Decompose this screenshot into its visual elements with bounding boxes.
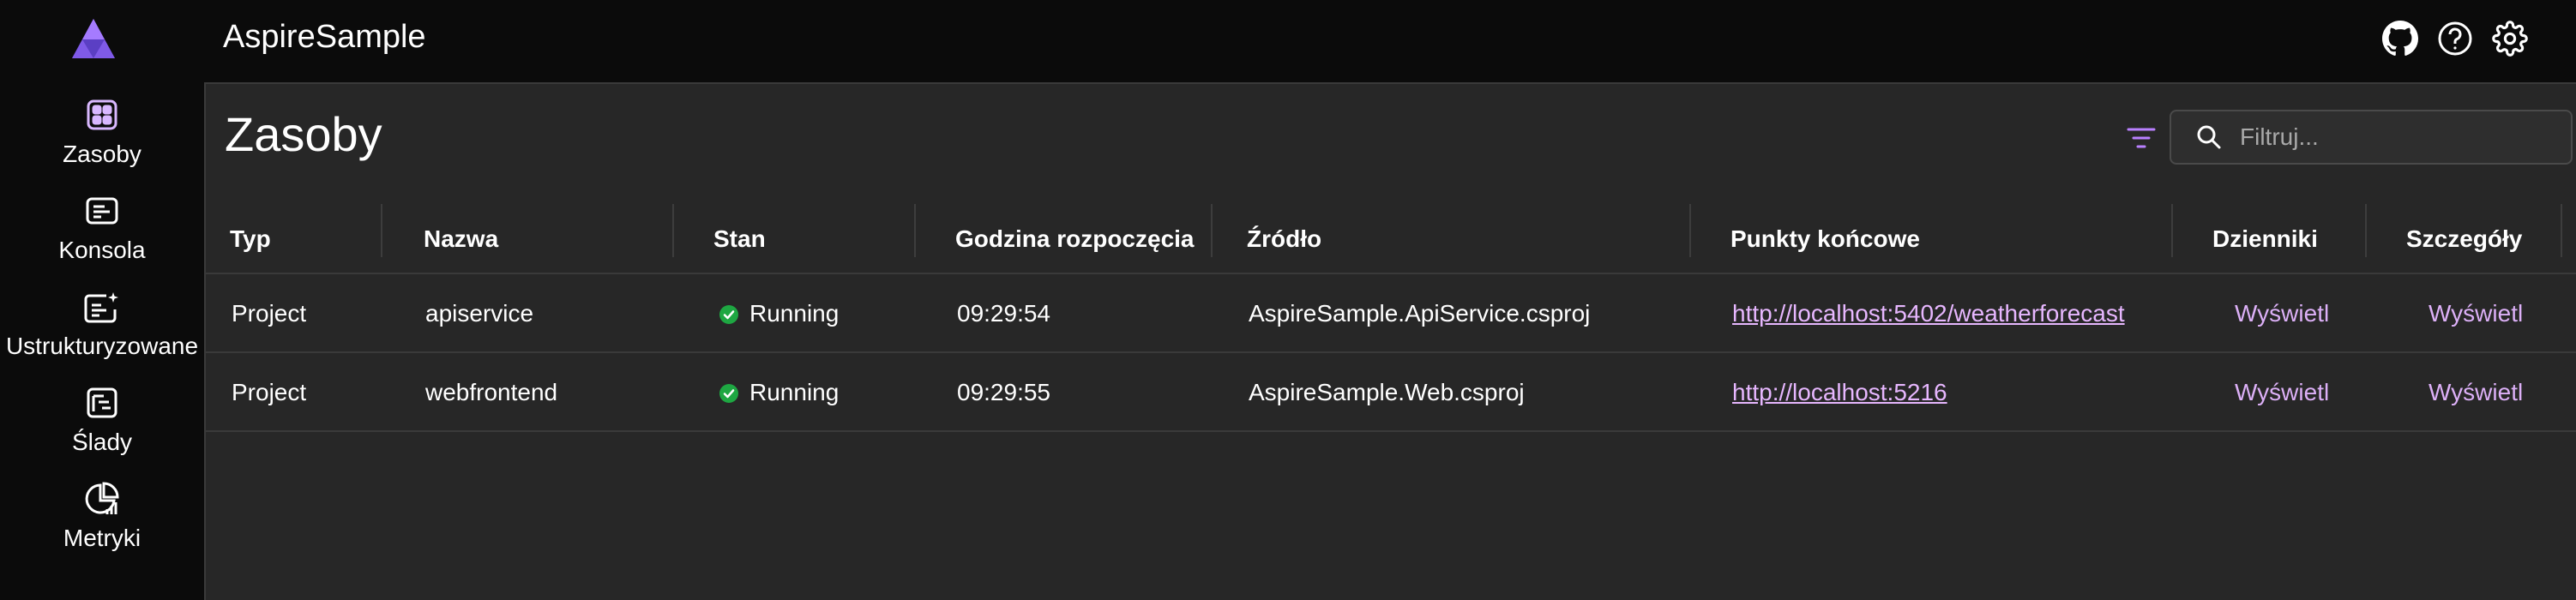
sidebar-item-console[interactable]: Konsola — [0, 192, 204, 278]
settings-button[interactable] — [2489, 19, 2531, 62]
sidebar-item-metrics[interactable]: Metryki — [0, 480, 204, 566]
table-header: Typ Nazwa Stan Godzina rozpoczęcia Źródł… — [206, 204, 2576, 274]
cell-start-time: 09:29:54 — [957, 300, 1050, 327]
page-title: Zasoby — [225, 107, 382, 161]
cell-details: Wyświetl — [2429, 353, 2523, 432]
column-header-state[interactable]: Stan — [713, 204, 766, 274]
view-logs-link[interactable]: Wyświetl — [2235, 379, 2329, 406]
column-resize-handle[interactable] — [1689, 204, 1691, 257]
search-box — [2170, 110, 2573, 165]
cell-endpoint: http://localhost:5216 — [1732, 353, 1947, 432]
sidebar-item-structured-logs[interactable]: Ustrukturyzowane — [0, 288, 204, 374]
status-text: Running — [749, 379, 840, 405]
column-resize-handle[interactable] — [672, 204, 674, 257]
cell-type: Project — [232, 300, 307, 327]
sidebar-item-label: Ślady — [71, 429, 133, 455]
column-resize-handle[interactable] — [1211, 204, 1213, 257]
table-row: Project apiservice Running 09:29:54 Aspi… — [206, 274, 2576, 353]
metrics-icon — [83, 480, 121, 518]
column-resize-handle[interactable] — [2171, 204, 2173, 257]
column-header-source[interactable]: Źródło — [1247, 204, 1321, 274]
running-status-icon — [719, 382, 739, 403]
column-header-start-time[interactable]: Godzina rozpoczęcia — [955, 204, 1195, 274]
column-resize-handle[interactable] — [381, 204, 382, 257]
sidebar-item-label: Metryki — [63, 525, 141, 551]
resources-icon — [83, 96, 121, 134]
cell-endpoint: http://localhost:5402/weatherforecast — [1732, 274, 2125, 353]
cell-logs: Wyświetl — [2235, 274, 2329, 353]
github-icon — [2382, 20, 2418, 61]
cell-state: Running — [719, 353, 839, 432]
search-icon — [2194, 122, 2224, 153]
status-text: Running — [749, 300, 840, 327]
column-header-name[interactable]: Nazwa — [424, 204, 498, 274]
side-navigation: Zasoby Konsola Ustrukturyzowane Ślady Me… — [0, 0, 204, 600]
cell-details: Wyświetl — [2429, 274, 2523, 353]
column-resize-handle[interactable] — [2561, 204, 2562, 257]
filter-icon — [2127, 127, 2156, 153]
cell-type: Project — [232, 379, 307, 405]
view-details-link[interactable]: Wyświetl — [2429, 379, 2523, 406]
running-status-icon — [719, 303, 739, 324]
view-details-link[interactable]: Wyświetl — [2429, 300, 2523, 327]
table-row: Project webfrontend Running 09:29:55 Asp… — [206, 353, 2576, 432]
console-icon — [83, 192, 121, 230]
cell-name: webfrontend — [425, 379, 558, 405]
cell-source: AspireSample.ApiService.csproj — [1249, 300, 1591, 327]
column-resize-handle[interactable] — [2365, 204, 2367, 257]
column-header-endpoints[interactable]: Punkty końcowe — [1730, 204, 1920, 274]
endpoint-link[interactable]: http://localhost:5216 — [1732, 379, 1947, 406]
view-logs-link[interactable]: Wyświetl — [2235, 300, 2329, 327]
help-button[interactable] — [2434, 19, 2477, 62]
endpoint-link[interactable]: http://localhost:5402/weatherforecast — [1732, 300, 2125, 327]
sidebar-item-traces[interactable]: Ślady — [0, 384, 204, 470]
sidebar-item-resources[interactable]: Zasoby — [0, 96, 204, 182]
traces-icon — [83, 384, 121, 422]
github-button[interactable] — [2379, 19, 2422, 62]
cell-state: Running — [719, 274, 839, 353]
column-resize-handle[interactable] — [914, 204, 916, 257]
resources-table: Typ Nazwa Stan Godzina rozpoczęcia Źródł… — [206, 204, 2576, 432]
structured-logs-icon — [83, 288, 121, 326]
app-title: AspireSample — [223, 19, 426, 55]
column-header-type[interactable]: Typ — [230, 204, 271, 274]
sidebar-item-label: Ustrukturyzowane — [5, 333, 199, 359]
cell-name: apiservice — [425, 300, 534, 327]
filter-button[interactable] — [2120, 118, 2163, 161]
sidebar-item-label: Konsola — [58, 237, 146, 263]
column-header-logs[interactable]: Dzienniki — [2212, 204, 2318, 274]
aspire-logo-icon[interactable] — [72, 19, 115, 58]
cell-start-time: 09:29:55 — [957, 379, 1050, 405]
settings-icon — [2492, 20, 2528, 61]
search-input[interactable] — [2240, 123, 2566, 151]
cell-source: AspireSample.Web.csproj — [1249, 379, 1525, 405]
column-header-details[interactable]: Szczegóły — [2406, 204, 2522, 274]
main-panel: Zasoby Typ Nazwa Stan Godzina rozp — [204, 82, 2576, 600]
app-header: AspireSample — [204, 0, 2576, 82]
help-icon — [2437, 21, 2473, 61]
cell-logs: Wyświetl — [2235, 353, 2329, 432]
sidebar-item-label: Zasoby — [63, 141, 141, 167]
